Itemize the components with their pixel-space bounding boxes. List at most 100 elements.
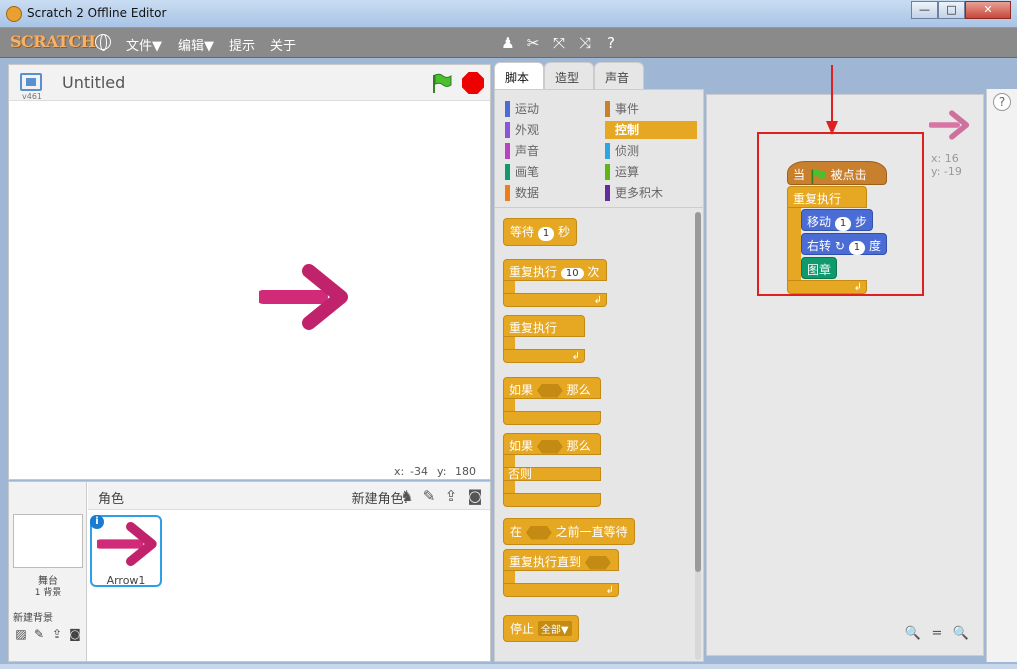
project-title[interactable]: Untitled: [62, 73, 125, 92]
block-if-else[interactable]: 如果 那么 否则: [503, 433, 601, 513]
close-button[interactable]: ✕: [965, 1, 1011, 19]
stage-canvas[interactable]: [9, 101, 490, 461]
category-looks[interactable]: 外观: [505, 121, 597, 139]
scratch-logo[interactable]: SCRATCH: [10, 32, 96, 51]
c-block-header: 如果 那么: [503, 433, 601, 455]
category-control[interactable]: 控制: [605, 121, 697, 139]
scrollbar-thumb[interactable]: [695, 212, 701, 572]
block-text: 如果: [509, 383, 534, 397]
category-motion[interactable]: 运动: [505, 100, 597, 118]
green-flag-icon[interactable]: [430, 73, 452, 93]
paint-sprite-icon[interactable]: ✎: [420, 487, 438, 505]
else-label: 否则: [503, 467, 601, 481]
shrink-icon[interactable]: ⤨: [576, 34, 594, 52]
arrow-sprite[interactable]: [259, 261, 351, 333]
number-input[interactable]: 10: [560, 268, 584, 279]
stop-sign-icon[interactable]: [462, 72, 484, 94]
stage-thumbnail[interactable]: [13, 514, 83, 568]
backdrop-count: 1 背景: [34, 588, 62, 598]
sprite-library-icon[interactable]: ♞: [398, 487, 416, 505]
block-wait-until[interactable]: 在 之前一直等待: [503, 518, 635, 545]
swatch: [605, 143, 610, 159]
category-label: 运算: [615, 165, 640, 179]
delete-scissors-icon[interactable]: ✂: [524, 34, 542, 52]
block-list: 等待 1 秒 重复执行 10 次 ↲ 重复执行 ↲ 如果 那么 如果 那么 否则…: [495, 209, 695, 661]
sprite-name: Arrow1: [106, 574, 146, 587]
swatch: [505, 122, 510, 138]
mouse-x-value: -34: [410, 465, 428, 478]
category-data[interactable]: 数据: [505, 184, 597, 202]
c-block-footer: ↲: [503, 583, 619, 597]
arrow-sprite-thumbnail: [97, 522, 157, 566]
category-operators[interactable]: 运算: [605, 163, 697, 181]
new-backdrop-label: 新建背景: [13, 613, 53, 624]
mouse-y-label: y:: [437, 465, 447, 478]
number-input[interactable]: 1: [537, 227, 555, 241]
boolean-slot[interactable]: [536, 383, 563, 398]
category-label: 外观: [515, 123, 540, 137]
boolean-slot[interactable]: [584, 555, 611, 570]
block-text: 之前一直等待: [555, 525, 628, 539]
category-sensing[interactable]: 侦测: [605, 142, 697, 160]
block-text: 如果: [509, 439, 534, 453]
block-repeat-until[interactable]: 重复执行直到 ↲: [503, 549, 619, 599]
sprites-label: 角色: [98, 492, 125, 507]
block-wait[interactable]: 等待 1 秒: [503, 218, 578, 246]
c-block-footer: ↲: [503, 349, 585, 363]
category-sound[interactable]: 声音: [505, 142, 597, 160]
stop-option-dropdown[interactable]: 全部▼: [537, 621, 572, 636]
zoom-out-icon[interactable]: 🔍: [903, 625, 923, 643]
block-stop[interactable]: 停止 全部▼: [503, 615, 579, 642]
duplicate-stamp-icon[interactable]: ♟: [499, 34, 517, 52]
sprite-y-readout: y: -19: [931, 165, 962, 178]
camera-backdrop-icon[interactable]: ◙: [67, 627, 83, 641]
swatch: [505, 143, 510, 159]
tab-sounds[interactable]: 声音: [594, 62, 644, 90]
swatch: [605, 122, 610, 138]
category-pen[interactable]: 画笔: [505, 163, 597, 181]
maximize-button[interactable]: □: [938, 1, 965, 19]
block-forever[interactable]: 重复执行 ↲: [503, 315, 585, 365]
block-text: 秒: [558, 225, 571, 239]
camera-sprite-icon[interactable]: ◙: [466, 487, 484, 505]
upload-sprite-icon[interactable]: ⇪: [442, 487, 460, 505]
block-if[interactable]: 如果 那么: [503, 377, 601, 427]
tab-scripts[interactable]: 脚本: [494, 62, 544, 90]
category-events[interactable]: 事件: [605, 100, 697, 118]
backdrop-library-icon[interactable]: ▨: [13, 627, 29, 641]
menu-file[interactable]: 文件▼: [126, 35, 162, 54]
category-label: 数据: [515, 186, 540, 200]
menu-about[interactable]: 关于: [270, 35, 296, 54]
c-block-footer: [503, 493, 601, 507]
minimize-button[interactable]: —: [911, 1, 938, 19]
category-list: 运动 事件 外观 控制 声音 侦测 画笔 运算 数据 更多积木: [495, 90, 703, 208]
language-globe-icon[interactable]: [95, 34, 111, 51]
block-help-icon[interactable]: ?: [602, 34, 620, 52]
paint-backdrop-icon[interactable]: ✎: [31, 627, 47, 641]
block-text: 重复执行直到: [509, 555, 582, 569]
presentation-mode-icon[interactable]: [20, 73, 42, 91]
boolean-slot[interactable]: [536, 439, 563, 454]
zoom-reset-icon[interactable]: =: [927, 625, 947, 643]
window-bottom-edge: [0, 664, 1017, 669]
menu-edit[interactable]: 编辑▼: [178, 35, 214, 54]
category-more-blocks[interactable]: 更多积木: [605, 184, 697, 202]
menu-tips[interactable]: 提示: [229, 35, 255, 54]
help-icon[interactable]: ?: [993, 93, 1011, 111]
category-label: 运动: [515, 102, 540, 116]
sprite-tile-arrow1[interactable]: i Arrow1: [90, 515, 162, 587]
c-block-footer: ↲: [503, 293, 607, 307]
block-text: 停止: [510, 622, 535, 636]
block-text: 次: [587, 265, 600, 279]
c-block-header: 重复执行 10 次: [503, 259, 607, 281]
tab-costumes[interactable]: 造型: [544, 62, 594, 90]
zoom-in-icon[interactable]: 🔍: [951, 625, 971, 643]
block-repeat[interactable]: 重复执行 10 次 ↲: [503, 259, 607, 309]
grow-icon[interactable]: ⤧: [550, 34, 568, 52]
upload-backdrop-icon[interactable]: ⇪: [49, 627, 65, 641]
mouse-y-value: 180: [455, 465, 476, 478]
script-area[interactable]: x: 16 y: -19 当 被点击 重复执行 ↲ 移动 1 步 右转 ↻ 1 …: [706, 65, 984, 656]
palette-scrollbar[interactable]: [695, 212, 701, 660]
sprite-x-readout: x: 16: [931, 152, 959, 165]
boolean-slot[interactable]: [525, 525, 552, 540]
